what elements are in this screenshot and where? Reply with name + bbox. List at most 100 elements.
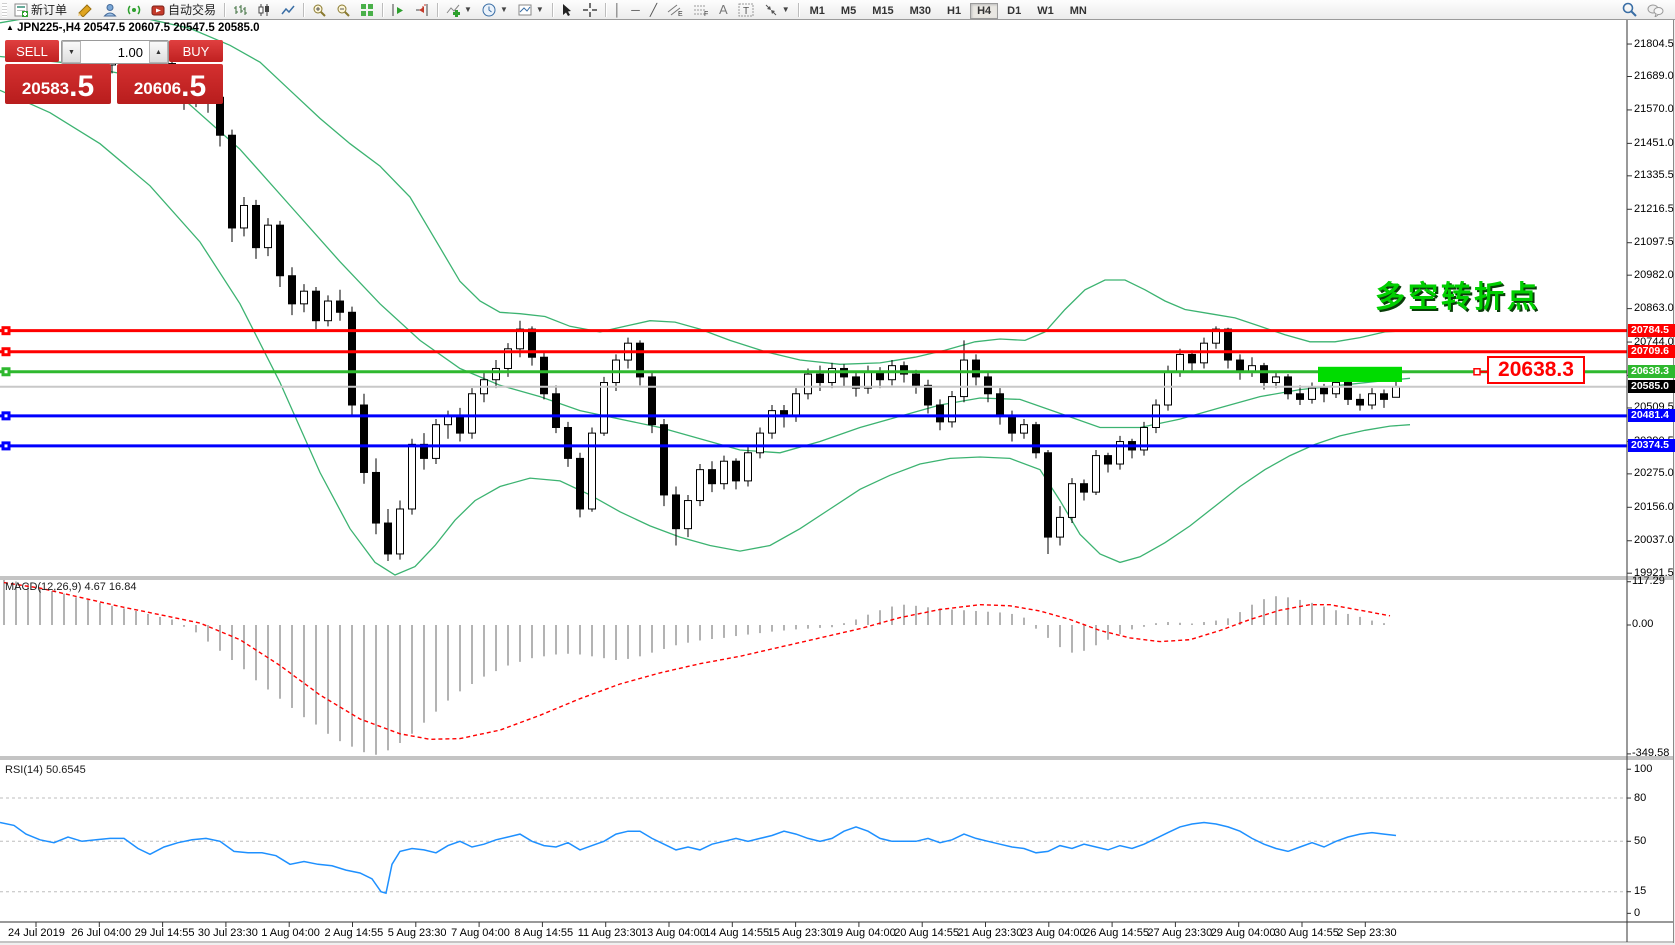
timeframe-m30[interactable]: M30 bbox=[903, 3, 938, 19]
candle-body bbox=[1368, 393, 1376, 406]
candle-body bbox=[1056, 516, 1064, 538]
clock-icon bbox=[482, 3, 496, 16]
bar-chart-button[interactable] bbox=[228, 0, 252, 19]
candle-body bbox=[744, 452, 752, 482]
candlestick-chart-button[interactable] bbox=[252, 0, 276, 19]
dropdown-caret: ▼ bbox=[464, 5, 472, 14]
timeframe-mn[interactable]: MN bbox=[1063, 3, 1094, 19]
toolbar-separator bbox=[382, 2, 384, 17]
candle-body bbox=[936, 404, 944, 423]
toolbar-separator bbox=[437, 2, 439, 17]
crosshair-button[interactable] bbox=[578, 0, 602, 19]
equidistant-channel-button[interactable]: E bbox=[662, 0, 688, 19]
candle-body bbox=[660, 424, 668, 496]
sell-price-fraction: .5 bbox=[69, 70, 95, 103]
timeframe-m5[interactable]: M5 bbox=[834, 3, 863, 19]
volume-increase-button[interactable]: ▲ bbox=[149, 41, 168, 63]
timeframe-m1[interactable]: M1 bbox=[803, 3, 832, 19]
chart-shift-button[interactable] bbox=[410, 0, 434, 19]
candle-body bbox=[288, 275, 296, 305]
sell-price-display[interactable]: 20583 .5 bbox=[5, 64, 111, 104]
candle-body bbox=[972, 359, 980, 378]
candle-body bbox=[1032, 424, 1040, 454]
timeframe-h1[interactable]: H1 bbox=[940, 3, 968, 19]
vertical-line-button[interactable]: │ bbox=[609, 0, 627, 19]
templates-button[interactable]: ▼ bbox=[513, 0, 549, 19]
templates-icon bbox=[518, 4, 532, 15]
candle-body bbox=[264, 224, 272, 249]
candle-body bbox=[1068, 483, 1076, 518]
arrows-button[interactable]: ▼ bbox=[759, 0, 795, 19]
buy-price-main: 20606 bbox=[133, 79, 182, 98]
zoom-out-button[interactable] bbox=[331, 0, 355, 19]
tile-windows-button[interactable] bbox=[355, 0, 379, 19]
profile-icon bbox=[103, 3, 117, 16]
bollinger-middle-band bbox=[0, 55, 1411, 454]
signals-button[interactable] bbox=[122, 0, 146, 19]
candle-body bbox=[996, 393, 1004, 417]
volume-decrease-button[interactable]: ▼ bbox=[62, 41, 81, 63]
timeframe-m15[interactable]: M15 bbox=[865, 3, 900, 19]
line-chart-button[interactable] bbox=[276, 0, 300, 19]
candle-body bbox=[1020, 424, 1028, 434]
price-callout-label[interactable]: 20638.3 bbox=[1487, 356, 1585, 384]
search-button[interactable] bbox=[1617, 0, 1642, 19]
cursor-button[interactable] bbox=[556, 0, 578, 19]
candle-body bbox=[1356, 398, 1364, 406]
candle-body bbox=[1188, 353, 1196, 364]
highlight-rectangle bbox=[1318, 366, 1402, 382]
indicators-button[interactable]: ▼ bbox=[441, 0, 477, 19]
timeframe-h4[interactable]: H4 bbox=[970, 2, 999, 19]
trendline-button[interactable]: ╱ bbox=[645, 0, 662, 19]
crayon-button[interactable] bbox=[72, 0, 98, 19]
text-button[interactable]: A bbox=[714, 0, 733, 19]
svg-text:F: F bbox=[704, 11, 708, 17]
candle-body bbox=[492, 367, 500, 381]
candle-body bbox=[720, 460, 728, 485]
candle-body bbox=[1380, 393, 1388, 400]
ohlc-high: 20607.5 bbox=[128, 22, 170, 34]
candle-body bbox=[312, 290, 320, 322]
volume-input[interactable]: 1.00 bbox=[81, 41, 149, 63]
rsi-line bbox=[0, 821, 1397, 895]
crayon-icon bbox=[78, 3, 92, 17]
candle-body bbox=[600, 382, 608, 434]
autotrading-button[interactable]: 自动交易 bbox=[146, 0, 221, 19]
candle-body bbox=[1260, 365, 1268, 384]
periods-button[interactable]: ▼ bbox=[477, 0, 513, 19]
symbol-name: JPN225-,H4 bbox=[17, 22, 81, 34]
buy-price-display[interactable]: 20606 .5 bbox=[117, 64, 223, 104]
text-label-button[interactable]: T bbox=[733, 0, 759, 19]
candle-body bbox=[1164, 370, 1172, 406]
auto-scroll-button[interactable] bbox=[386, 0, 410, 19]
fibonacci-button[interactable]: F bbox=[688, 0, 714, 19]
buy-button[interactable]: BUY bbox=[169, 40, 223, 62]
cursor-icon bbox=[562, 3, 571, 16]
horizontal-line-icon: ─ bbox=[631, 2, 640, 17]
new-order-button[interactable]: 新订单 bbox=[9, 0, 72, 19]
macd-signal-line bbox=[3, 581, 1391, 741]
timeframe-d1[interactable]: D1 bbox=[1000, 3, 1028, 19]
arrows-icon bbox=[765, 4, 777, 15]
sell-button[interactable]: SELL bbox=[5, 40, 59, 62]
timeframe-w1[interactable]: W1 bbox=[1030, 3, 1061, 19]
autotrading-icon bbox=[151, 5, 165, 15]
macd-indicator-title: MACD(12,26,9) 4.67 16.84 bbox=[5, 581, 137, 593]
candle-body bbox=[444, 415, 452, 426]
vertical-line-icon: │ bbox=[613, 2, 622, 17]
bollinger-lower-band bbox=[0, 89, 1411, 576]
toolbar-grip[interactable] bbox=[2, 2, 7, 17]
price-line-anchor-dot bbox=[4, 444, 8, 448]
chat-button[interactable] bbox=[1642, 0, 1669, 19]
candle-body bbox=[1320, 387, 1328, 395]
toolbar-separator bbox=[551, 2, 553, 17]
timeframe-group: M1 M5 M15 M30 H1 H4 D1 W1 MN bbox=[802, 2, 1095, 19]
horizontal-line-button[interactable]: ─ bbox=[626, 0, 645, 19]
profile-button[interactable] bbox=[98, 0, 122, 19]
zoom-in-button[interactable] bbox=[307, 0, 331, 19]
candle-body bbox=[948, 396, 956, 423]
sell-button-label: SELL bbox=[16, 43, 48, 59]
panel-toggle-icon[interactable]: ▲ bbox=[6, 23, 14, 32]
candle-body bbox=[396, 508, 404, 555]
one-click-trading-panel: SELL ▼ 1.00 ▲ BUY 20583 .5 20606 .5 bbox=[5, 40, 223, 104]
